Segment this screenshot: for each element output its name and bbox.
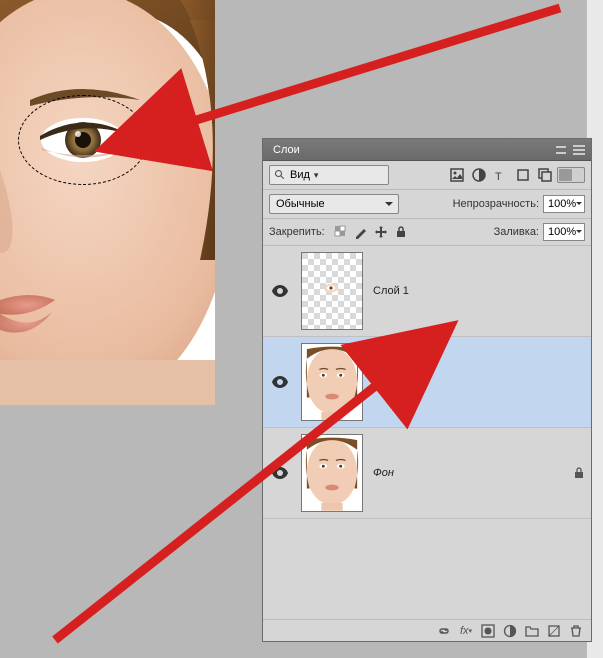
visibility-toggle[interactable] bbox=[269, 467, 291, 479]
visibility-toggle[interactable] bbox=[269, 376, 291, 388]
filter-kind-label: Вид bbox=[290, 169, 310, 181]
layers-list: Слой 1 bbox=[263, 246, 591, 519]
blend-mode-select[interactable]: Обычные bbox=[269, 194, 399, 214]
filter-type-icon[interactable]: T bbox=[493, 167, 509, 183]
fill-value: 100% bbox=[548, 226, 576, 238]
lock-position-icon[interactable] bbox=[373, 224, 389, 240]
layer-thumbnail[interactable] bbox=[301, 434, 363, 512]
opacity-input[interactable]: 100% bbox=[543, 195, 585, 213]
lock-label: Закрепить: bbox=[269, 226, 325, 238]
adjustment-icon[interactable] bbox=[503, 624, 517, 638]
face-image bbox=[0, 0, 215, 405]
svg-text:T: T bbox=[495, 171, 502, 183]
filter-pixel-icon[interactable] bbox=[449, 167, 465, 183]
blend-mode-value: Обычные bbox=[276, 198, 325, 210]
eye-icon bbox=[272, 467, 288, 479]
filter-toggle[interactable] bbox=[557, 167, 585, 183]
chevron-down-icon: ▾ bbox=[314, 170, 319, 181]
opacity-label: Непрозрачность: bbox=[453, 198, 539, 210]
layer-row[interactable]: Слой 1 bbox=[263, 246, 591, 337]
lock-icon bbox=[573, 467, 585, 479]
eye-icon bbox=[272, 285, 288, 297]
panel-header[interactable]: Слои bbox=[263, 139, 591, 161]
fill-input[interactable]: 100% bbox=[543, 223, 585, 241]
canvas-area[interactable] bbox=[0, 0, 215, 405]
search-icon bbox=[274, 169, 286, 181]
visibility-toggle[interactable] bbox=[269, 285, 291, 297]
new-layer-icon[interactable] bbox=[547, 624, 561, 638]
filter-shape-icon[interactable] bbox=[515, 167, 531, 183]
mask-icon[interactable] bbox=[481, 624, 495, 638]
thumb-content bbox=[302, 435, 362, 511]
layer-name-label[interactable]: Фон копия bbox=[373, 376, 426, 388]
panel-footer: fx▾ bbox=[263, 619, 591, 641]
layer-name-label[interactable]: Фон bbox=[373, 467, 394, 479]
lock-all-icon[interactable] bbox=[393, 224, 409, 240]
group-icon[interactable] bbox=[525, 624, 539, 638]
filter-kind-select[interactable]: Вид ▾ bbox=[269, 165, 389, 185]
lock-pixels-icon[interactable] bbox=[353, 224, 369, 240]
filter-smart-icon[interactable] bbox=[537, 167, 553, 183]
layer-row[interactable]: Фон копия bbox=[263, 337, 591, 428]
layer-thumbnail[interactable] bbox=[301, 252, 363, 330]
thumb-content bbox=[302, 344, 362, 420]
layer-thumbnail[interactable] bbox=[301, 343, 363, 421]
lock-transparent-icon[interactable] bbox=[333, 224, 349, 240]
layer-name-label[interactable]: Слой 1 bbox=[373, 285, 409, 297]
thumb-content bbox=[322, 283, 340, 293]
fx-icon[interactable]: fx▾ bbox=[459, 624, 473, 638]
collapse-icon[interactable] bbox=[553, 142, 569, 158]
link-layers-icon[interactable] bbox=[437, 624, 451, 638]
opacity-value: 100% bbox=[548, 198, 576, 210]
layers-panel: Слои Вид ▾ T Обычные Непрозрачность: bbox=[262, 138, 592, 642]
eye-icon bbox=[272, 376, 288, 388]
layer-row[interactable]: Фон bbox=[263, 428, 591, 519]
trash-icon[interactable] bbox=[569, 624, 583, 638]
lock-row: Закрепить: Заливка: 100% bbox=[263, 219, 591, 246]
layers-empty-area[interactable] bbox=[263, 519, 591, 619]
panel-title: Слои bbox=[273, 144, 300, 156]
filter-row: Вид ▾ T bbox=[263, 161, 591, 190]
blend-row: Обычные Непрозрачность: 100% bbox=[263, 190, 591, 219]
panel-menu-icon[interactable] bbox=[571, 142, 587, 158]
filter-adjustment-icon[interactable] bbox=[471, 167, 487, 183]
fill-label: Заливка: bbox=[494, 226, 539, 238]
